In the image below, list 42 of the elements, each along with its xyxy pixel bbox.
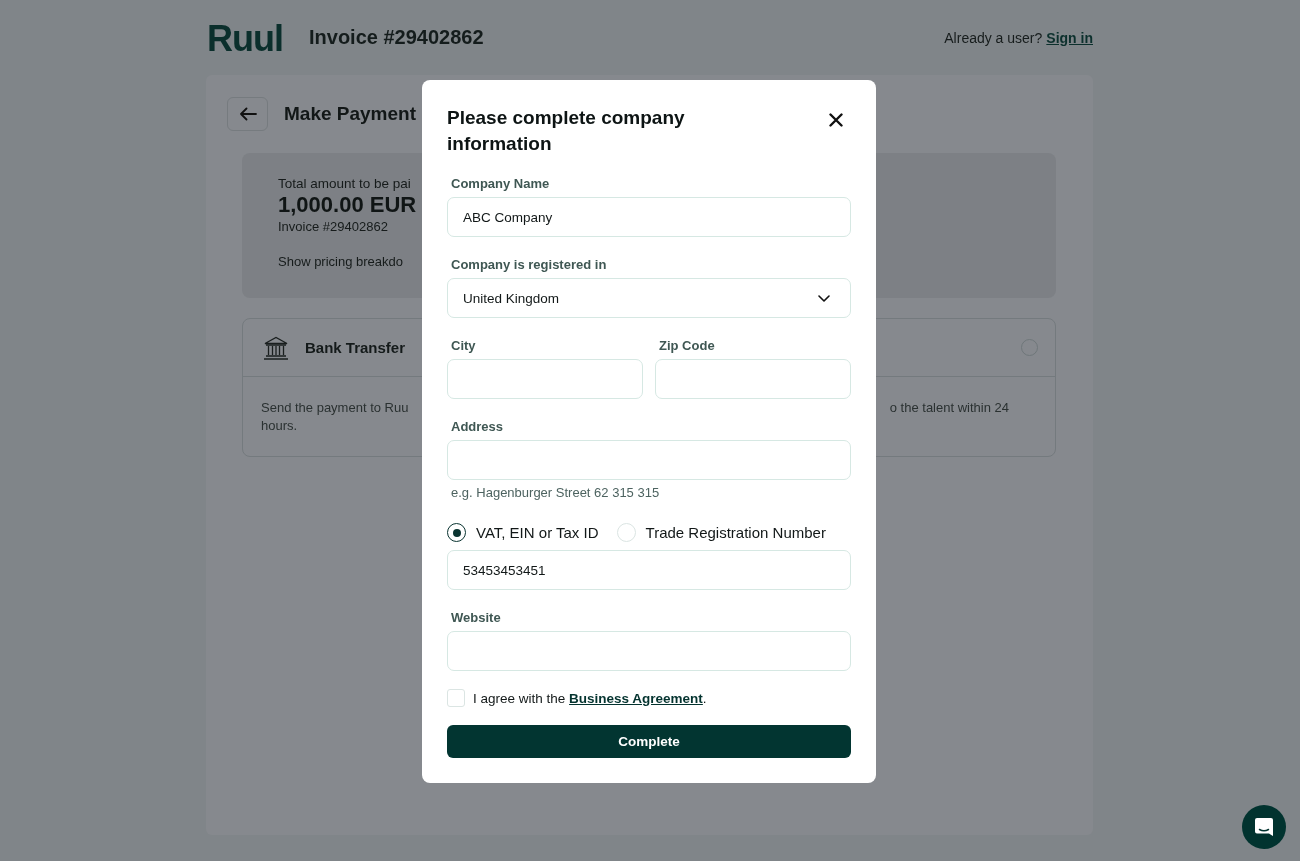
field-label: Company is registered in bbox=[451, 257, 607, 273]
chat-icon bbox=[1254, 817, 1274, 837]
input-field[interactable] bbox=[447, 440, 851, 480]
chat-button[interactable] bbox=[1242, 805, 1286, 849]
field-label: Website bbox=[451, 610, 501, 626]
input-field[interactable]: ABC Company bbox=[447, 197, 851, 237]
method-name: Bank Transfer bbox=[305, 339, 406, 356]
complete-button[interactable]: Complete bbox=[447, 725, 851, 758]
agreement-text: I agree with the Business Agreement. bbox=[473, 690, 707, 706]
signin-prompt: Already a user? bbox=[944, 29, 1043, 46]
radio-label[interactable]: Trade Registration Number bbox=[645, 524, 826, 541]
bank-icon bbox=[263, 335, 289, 360]
page-title: Make Payment bbox=[284, 103, 416, 125]
field-label: Company Name bbox=[451, 176, 550, 192]
field-label: City bbox=[451, 338, 476, 354]
select-field[interactable]: United Kingdom bbox=[447, 278, 851, 318]
checkbox[interactable] bbox=[447, 689, 465, 707]
invoice-title: Invoice #29402862 bbox=[309, 26, 484, 49]
input-field[interactable] bbox=[447, 631, 851, 671]
input-field[interactable]: 53453453451 bbox=[447, 550, 851, 590]
sign-in-link[interactable]: Sign in bbox=[1046, 29, 1093, 46]
business-agreement-link[interactable]: Business Agreement bbox=[569, 690, 703, 706]
back-button[interactable] bbox=[227, 97, 268, 131]
input-field[interactable] bbox=[655, 359, 851, 399]
dialog-title: Please complete company information bbox=[447, 106, 686, 156]
input-field[interactable] bbox=[447, 359, 643, 399]
description-text: hours. bbox=[261, 417, 298, 435]
field-label: Zip Code bbox=[659, 338, 715, 354]
description-text: o the talent within 24 bbox=[889, 399, 1009, 417]
close-icon bbox=[829, 113, 843, 127]
invoice-number: Invoice #29402862 bbox=[278, 219, 388, 235]
pricing-breakdown-link[interactable]: Show pricing breakdo bbox=[278, 254, 404, 270]
hint-text: e.g. Hagenburger Street 62 315 315 bbox=[451, 485, 660, 501]
total-amount: 1,000.00 EUR bbox=[278, 192, 417, 218]
arrow-left-icon bbox=[238, 107, 257, 121]
field-label: Address bbox=[451, 419, 504, 435]
logo: Ruul bbox=[207, 17, 283, 60]
description-text: Send the payment to Ruu bbox=[261, 399, 409, 417]
chevron-down-icon bbox=[818, 294, 830, 302]
close-button[interactable] bbox=[829, 113, 843, 127]
total-label: Total amount to be pai bbox=[278, 176, 411, 192]
radio-label[interactable]: VAT, EIN or Tax ID bbox=[476, 524, 599, 541]
